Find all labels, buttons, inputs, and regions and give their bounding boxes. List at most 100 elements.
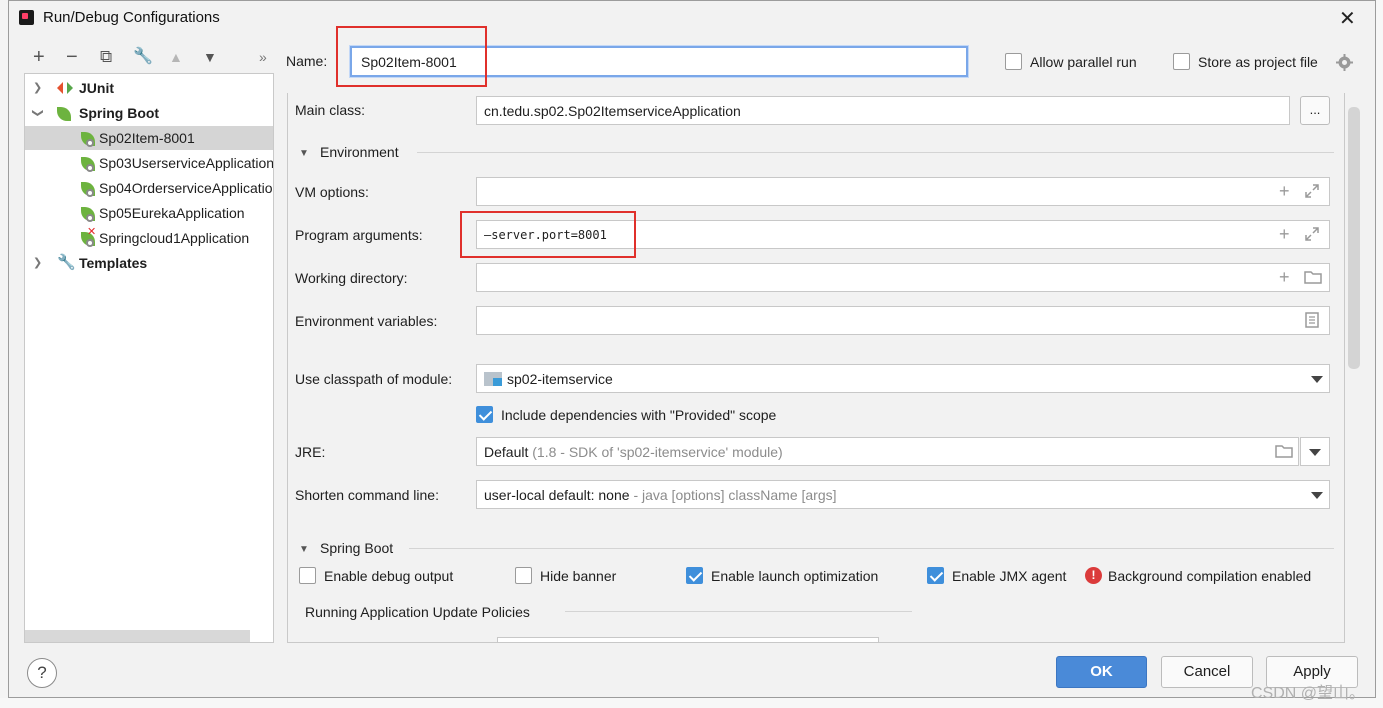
gear-badge-icon [86, 189, 94, 197]
move-up-icon[interactable]: ▲ [169, 46, 183, 68]
config-tree: ❯ JUnit ❯ Spring Boot Sp02Item-8001 Sp03… [24, 73, 274, 643]
classpath-module-dropdown[interactable]: sp02-itemservice [476, 364, 1330, 393]
program-arguments-input[interactable]: —server.port=8001 + [476, 220, 1330, 249]
include-dependencies-label: Include dependencies with "Provided" sco… [501, 407, 777, 423]
move-down-icon[interactable]: ▼ [203, 46, 217, 68]
tree-node-spring-boot[interactable]: ❯ Spring Boot [25, 101, 273, 125]
background-window-edge [0, 0, 8, 708]
plus-icon[interactable]: + [1279, 182, 1290, 200]
remove-icon[interactable]: − [66, 46, 78, 68]
gear-badge-icon [86, 139, 94, 147]
tree-item-label: Springcloud1Application [99, 230, 250, 246]
name-label: Name: [286, 53, 328, 69]
environment-variables-input[interactable] [476, 306, 1330, 335]
cancel-button[interactable]: Cancel [1161, 656, 1253, 688]
chevron-down-icon[interactable] [1311, 492, 1323, 499]
intellij-app-icon [19, 10, 34, 25]
shorten-command-value: user-local default: none - java [options… [484, 487, 837, 503]
enable-jmx-checkbox[interactable] [927, 567, 944, 584]
vm-options-input[interactable]: + [476, 177, 1330, 206]
collapse-arrow-icon[interactable]: ❯ [26, 108, 50, 117]
program-arguments-value: —server.port=8001 [484, 228, 607, 242]
hide-banner-checkbox[interactable] [515, 567, 532, 584]
environment-variables-label: Environment variables: [295, 313, 438, 329]
tree-horizontal-scrollbar[interactable] [25, 630, 250, 642]
ok-button[interactable]: OK [1056, 656, 1147, 688]
chevron-down-icon[interactable] [1309, 449, 1321, 456]
document-icon[interactable] [1304, 312, 1320, 328]
tree-item-sp03[interactable]: Sp03UserserviceApplication [25, 151, 273, 175]
close-icon[interactable]: ✕ [1339, 6, 1356, 31]
tree-node-templates[interactable]: ❯ 🔧 Templates [25, 251, 273, 275]
enable-launch-optimization-checkbox[interactable] [686, 567, 703, 584]
csdn-watermark: CSDN @望山。 [1251, 685, 1366, 702]
error-icon: ! [1085, 567, 1102, 584]
name-input[interactable]: Sp02Item-8001 [350, 46, 968, 77]
expand-arrow-icon[interactable]: ❯ [33, 251, 42, 275]
tree-node-junit[interactable]: ❯ JUnit [25, 76, 273, 100]
tree-item-sp05[interactable]: Sp05EurekaApplication [25, 201, 273, 225]
shorten-command-label: Shorten command line: [295, 487, 439, 503]
main-class-input[interactable]: cn.tedu.sp02.Sp02ItemserviceApplication [476, 96, 1290, 125]
collapse-triangle-icon[interactable]: ▼ [299, 148, 309, 159]
vertical-scrollbar[interactable] [1348, 107, 1360, 369]
tree-item-sp02[interactable]: Sp02Item-8001 [25, 126, 273, 150]
gear-icon[interactable] [1336, 54, 1353, 71]
more-icon[interactable]: » [259, 46, 267, 68]
gear-badge-icon [86, 164, 94, 172]
collapse-triangle-icon[interactable]: ▼ [299, 544, 309, 555]
copy-icon[interactable]: ⧉ [100, 46, 112, 68]
store-project-label: Store as project file [1198, 54, 1318, 70]
expand-arrow-icon[interactable]: ❯ [33, 76, 42, 100]
plus-icon[interactable]: + [1279, 225, 1290, 243]
allow-parallel-checkbox[interactable] [1005, 53, 1022, 70]
tree-item-springcloud1[interactable]: ✕ Springcloud1Application [25, 226, 273, 250]
main-class-value: cn.tedu.sp02.Sp02ItemserviceApplication [484, 103, 741, 119]
include-dependencies-checkbox[interactable] [476, 406, 493, 423]
enable-debug-label: Enable debug output [324, 568, 454, 584]
working-directory-label: Working directory: [295, 270, 408, 286]
environment-section-title: Environment [320, 144, 399, 160]
wrench-icon: 🔧 [57, 254, 76, 271]
enable-debug-checkbox[interactable] [299, 567, 316, 584]
shorten-command-dropdown[interactable]: user-local default: none - java [options… [476, 480, 1330, 509]
background-window-bottom [0, 698, 1383, 708]
spring-boot-icon [57, 107, 71, 121]
tree-label-templates: Templates [79, 255, 148, 271]
expand-icon[interactable] [1304, 183, 1320, 199]
chevron-down-icon[interactable] [1311, 376, 1323, 383]
folder-icon[interactable] [1304, 269, 1322, 285]
browse-main-class-button[interactable]: ... [1300, 96, 1330, 125]
hide-banner-label: Hide banner [540, 568, 617, 584]
help-button[interactable]: ? [27, 658, 57, 688]
title-bar: Run/Debug Configurations ✕ [9, 1, 1375, 35]
store-project-checkbox[interactable] [1173, 53, 1190, 70]
jre-dropdown-button[interactable] [1300, 437, 1330, 466]
jre-input[interactable]: Default (1.8 - SDK of 'sp02-itemservice'… [476, 437, 1299, 466]
main-class-label: Main class: [295, 102, 366, 118]
plus-icon[interactable]: + [1279, 268, 1290, 286]
tree-item-label: Sp03UserserviceApplication [99, 155, 274, 171]
tree-label-spring-boot: Spring Boot [79, 105, 160, 121]
vm-options-label: VM options: [295, 184, 369, 200]
tree-item-sp04[interactable]: Sp04OrderserviceApplication [25, 176, 273, 200]
wrench-icon[interactable]: 🔧 [133, 46, 153, 68]
policy-dropdown-partial[interactable] [497, 637, 879, 643]
section-divider [565, 611, 912, 612]
tree-item-label: Sp04OrderserviceApplication [99, 180, 274, 196]
add-icon[interactable]: + [33, 46, 45, 68]
enable-jmx-label: Enable JMX agent [952, 568, 1067, 584]
jre-value: Default (1.8 - SDK of 'sp02-itemservice'… [484, 444, 783, 460]
classpath-module-label: Use classpath of module: [295, 371, 453, 387]
jre-label: JRE: [295, 444, 326, 460]
background-compilation-label: Background compilation enabled [1108, 568, 1312, 584]
section-divider [409, 548, 1334, 549]
run-debug-dialog: Run/Debug Configurations ✕ + − ⧉ 🔧 ▲ ▼ »… [8, 0, 1376, 702]
working-directory-input[interactable]: + [476, 263, 1330, 292]
module-icon [484, 372, 502, 386]
expand-icon[interactable] [1304, 226, 1320, 242]
spring-boot-section-title: Spring Boot [320, 540, 394, 556]
name-input-value: Sp02Item-8001 [361, 54, 457, 70]
junit-icon [57, 82, 73, 94]
folder-icon[interactable] [1275, 443, 1293, 459]
